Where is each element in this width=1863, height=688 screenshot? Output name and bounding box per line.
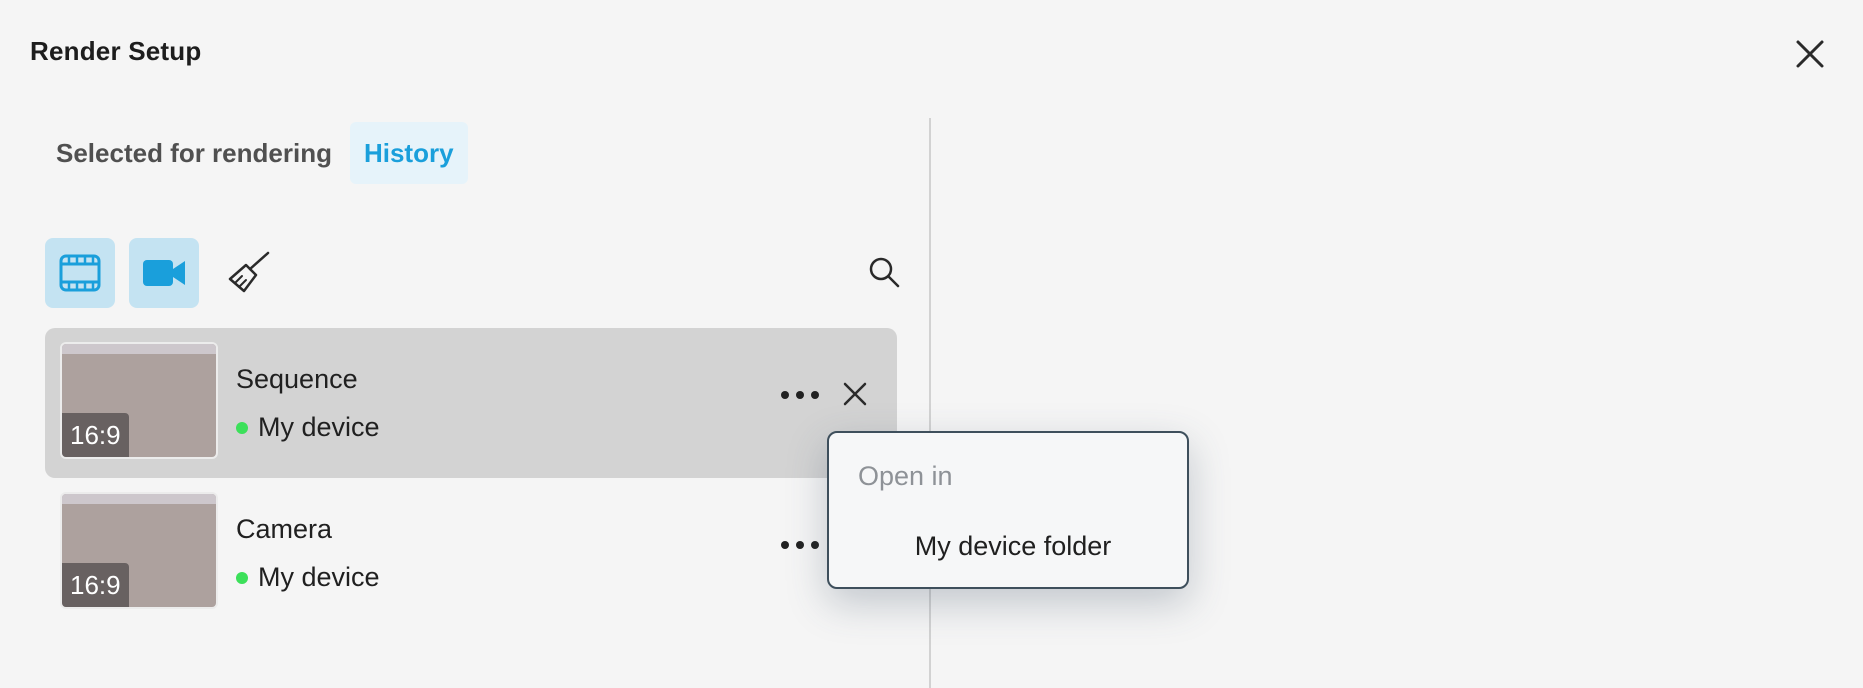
item-name: Camera xyxy=(236,514,333,544)
item-location-label: My device xyxy=(258,412,380,442)
filter-sequences-button[interactable] xyxy=(45,238,115,308)
item-location-label: My device xyxy=(258,562,380,592)
thumbnail: 16:9 xyxy=(60,342,218,459)
film-strip-icon xyxy=(59,254,101,292)
broom-icon xyxy=(228,251,270,293)
more-horizontal-icon xyxy=(781,391,819,399)
search-icon xyxy=(869,257,900,288)
tab-bar: Selected for rendering History xyxy=(42,122,468,184)
status-dot-icon xyxy=(236,421,248,434)
close-dialog-button[interactable] xyxy=(1790,34,1830,74)
more-options-button[interactable] xyxy=(775,380,825,410)
close-icon xyxy=(1796,40,1824,68)
remove-item-button[interactable] xyxy=(835,374,875,414)
more-horizontal-icon xyxy=(781,541,819,549)
panel-divider xyxy=(929,118,931,688)
close-icon xyxy=(843,382,867,406)
menu-header: Open in xyxy=(858,461,953,491)
item-name: Sequence xyxy=(236,364,358,394)
menu-item-open-device-folder[interactable]: My device folder xyxy=(831,521,1185,571)
item-location: My device xyxy=(236,562,380,593)
more-options-button[interactable] xyxy=(775,530,825,560)
status-dot-icon xyxy=(236,571,248,584)
video-camera-icon xyxy=(143,260,185,286)
search-button[interactable] xyxy=(862,250,906,294)
context-menu: Open in My device folder xyxy=(827,431,1189,589)
aspect-ratio-badge: 16:9 xyxy=(62,413,129,457)
tab-selected-for-rendering[interactable]: Selected for rendering xyxy=(42,122,346,184)
dialog-title: Render Setup xyxy=(30,36,202,66)
clear-history-button[interactable] xyxy=(213,238,283,308)
filter-cameras-button[interactable] xyxy=(129,238,199,308)
list-item[interactable]: 16:9 Camera My device xyxy=(45,478,897,628)
thumbnail: 16:9 xyxy=(60,492,218,609)
list-item[interactable]: 16:9 Sequence My device xyxy=(45,328,897,478)
aspect-ratio-badge: 16:9 xyxy=(62,563,129,607)
tab-history[interactable]: History xyxy=(349,122,468,184)
item-location: My device xyxy=(236,412,380,443)
